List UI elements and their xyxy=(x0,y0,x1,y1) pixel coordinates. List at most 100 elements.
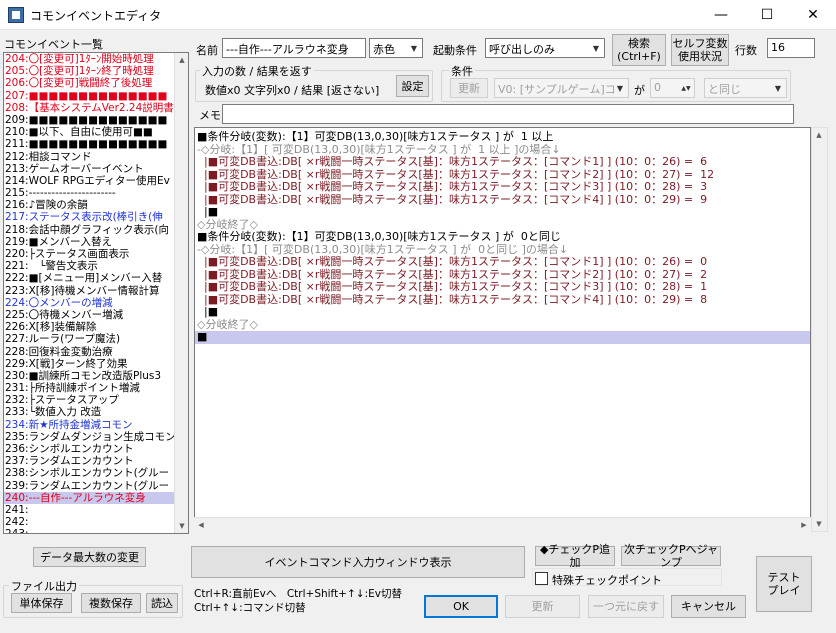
lines-label: 行数 xyxy=(735,44,757,57)
list-item[interactable]: 224:〇メンバーの増減 xyxy=(4,297,188,309)
script-line[interactable]: |■可変DB書込:DB[ ×r戦闘一時ステータス[基]：味方1ステータス：[コマ… xyxy=(195,180,810,194)
scroll-left-icon[interactable]: ◀ xyxy=(194,518,208,532)
event-list-scrollbar[interactable]: ▲ ▼ xyxy=(174,53,188,533)
script-vertical-scrollbar[interactable]: ▲ ▼ xyxy=(811,127,828,532)
event-script-editor[interactable]: ■条件分岐(変数):【1】可変DB(13,0,30)[味方1ステータス ] が … xyxy=(194,127,811,532)
list-item[interactable]: 229:X[戦]ターン終了効果 xyxy=(4,358,188,370)
list-item[interactable]: 208:【基本システムVer2.24説明書】 xyxy=(4,102,188,114)
script-line[interactable]: |■可変DB書込:DB[ ×r戦闘一時ステータス[基]：味方1ステータス：[コマ… xyxy=(195,255,810,269)
list-item[interactable]: 223:X[移]待機メンバー情報計算 xyxy=(4,285,188,297)
list-item[interactable]: 226:X[移]装備解除 xyxy=(4,321,188,333)
save-multiple-button[interactable]: 複数保存 xyxy=(81,593,141,613)
list-item[interactable]: 216:♪冒険の余韻 xyxy=(4,199,188,211)
memo-input[interactable] xyxy=(222,104,794,124)
scroll-up-icon[interactable]: ▲ xyxy=(812,128,826,142)
list-item[interactable]: 231:├所持訓練ポイント増減 xyxy=(4,382,188,394)
event-list[interactable]: 204:〇[変更可]1ﾀｰﾝ開始時処理 205:〇[変更可]1ﾀｰﾝ終了時処理 20… xyxy=(3,52,189,534)
list-item[interactable]: 220:├ステータス画面表示 xyxy=(4,248,188,260)
list-item[interactable]: 225:〇待機メンバー増減 xyxy=(4,309,188,321)
next-checkpoint-button[interactable]: 次チェックPへジャンプ xyxy=(621,543,721,569)
io-settings-button[interactable]: 設定 xyxy=(396,75,429,97)
list-item[interactable]: 228:回復料金変動治療 xyxy=(4,346,188,358)
script-line[interactable]: |■ xyxy=(195,305,810,319)
lines-input[interactable]: 16 xyxy=(767,38,815,58)
search-button[interactable]: 検索 (Ctrl+F) xyxy=(612,34,666,66)
list-item[interactable]: 236:シンボルエンカウント xyxy=(4,443,188,455)
close-button[interactable]: ✕ xyxy=(790,0,836,30)
list-item[interactable]: 210:■以下、自由に使用可■■ xyxy=(4,126,188,138)
save-single-button[interactable]: 単体保存 xyxy=(11,593,72,613)
event-command-input-window-button[interactable]: イベントコマンド入力ウィンドウ表示 xyxy=(191,546,525,578)
data-max-change-button[interactable]: データ最大数の変更 xyxy=(33,547,146,567)
scroll-down-icon[interactable]: ▼ xyxy=(812,517,826,531)
list-item[interactable]: 209:■■■■■■■■■■■■■■ xyxy=(4,114,188,126)
minimize-button[interactable]: — xyxy=(698,0,744,30)
list-item[interactable]: 218:会話中顔グラフィック表示(向 xyxy=(4,224,188,236)
trigger-select[interactable]: 呼び出しのみ ▼ xyxy=(485,38,605,58)
list-item[interactable]: 207:■■■■■■■■■■■■■■ xyxy=(4,90,188,102)
list-item[interactable]: 237:ランダムエンカウント xyxy=(4,455,188,467)
ok-button[interactable]: OK xyxy=(424,595,498,618)
scroll-right-icon[interactable]: ▶ xyxy=(797,518,811,532)
list-item[interactable]: 240:---自作---アルラウネ変身 xyxy=(4,491,188,504)
test-play-button[interactable]: テスト プレイ xyxy=(756,556,812,612)
list-item[interactable]: 235:ランダムダンジョン生成コモン xyxy=(4,431,188,443)
list-item[interactable]: 233:└数値入力 改造 xyxy=(4,406,188,418)
list-item[interactable]: 219:■メンバー入替え xyxy=(4,236,188,248)
list-item[interactable]: 215:----------------------- xyxy=(4,187,188,199)
list-item[interactable]: 243: xyxy=(4,528,188,533)
list-item[interactable]: 212:相談コマンド xyxy=(4,151,188,163)
list-item[interactable]: 238:シンボルエンカウント(グルー xyxy=(4,467,188,479)
list-item[interactable]: 227:ルーラ(ワープ魔法) xyxy=(4,333,188,345)
color-select-value: 赤色 xyxy=(373,43,395,56)
list-item[interactable]: 204:〇[変更可]1ﾀｰﾝ開始時処理 xyxy=(4,53,188,65)
script-line[interactable]: ■ xyxy=(195,330,810,344)
condition-operator-select[interactable]: と同じ ▼ xyxy=(704,78,787,98)
list-item[interactable]: 213:ゲームオーバーイベント xyxy=(4,163,188,175)
scroll-up-icon[interactable]: ▲ xyxy=(175,53,188,67)
list-item[interactable]: 214:WOLF RPGエディター使用Ev xyxy=(4,175,188,187)
maximize-button[interactable]: ☐ xyxy=(744,0,790,30)
trigger-select-value: 呼び出しのみ xyxy=(489,43,555,56)
script-line[interactable]: |■可変DB書込:DB[ ×r戦闘一時ステータス[基]：味方1ステータス：[コマ… xyxy=(195,155,810,169)
list-item[interactable]: 234:新★所持金増減コモン xyxy=(4,419,188,431)
scroll-down-icon[interactable]: ▼ xyxy=(175,519,188,533)
list-item[interactable]: 211:■■■■■■■■■■■■■■ xyxy=(4,138,188,150)
script-line[interactable]: ■条件分岐(変数):【1】可変DB(13,0,30)[味方1ステータス ] が … xyxy=(195,130,810,144)
script-line[interactable]: |■ xyxy=(195,205,810,219)
condition-update-button[interactable]: 更新 xyxy=(450,78,488,98)
condition-number-input[interactable]: 0 ▲▼ xyxy=(650,78,695,98)
script-line[interactable]: ◇分岐終了◇ xyxy=(195,318,810,332)
list-item[interactable]: 241: xyxy=(4,504,188,516)
spinner-icon[interactable]: ▲▼ xyxy=(678,79,694,97)
color-select[interactable]: 赤色 ▼ xyxy=(369,38,423,58)
script-line[interactable]: |■可変DB書込:DB[ ×r戦闘一時ステータス[基]：味方1ステータス：[コマ… xyxy=(195,193,810,207)
list-item[interactable]: 217:ステータス表示改(棒引き(伸 xyxy=(4,211,188,223)
self-variable-usage-button[interactable]: セルフ変数 使用状況 xyxy=(671,34,729,66)
condition-group-title: 条件 xyxy=(449,63,475,79)
load-button[interactable]: 読込 xyxy=(146,593,178,613)
add-checkpoint-button[interactable]: ◆チェックP追加 xyxy=(535,543,615,569)
list-item[interactable]: 206:〇[変更可]戦闘終了後処理 xyxy=(4,77,188,89)
update-button[interactable]: 更新 xyxy=(505,595,580,618)
cancel-button[interactable]: キャンセル xyxy=(671,595,746,618)
list-item[interactable]: 221: └警告文表示 xyxy=(4,260,188,272)
io-group-title: 入力の数 / 結果を返す xyxy=(200,63,314,79)
special-checkpoint-frame xyxy=(532,568,722,586)
list-item[interactable]: 239:ランダムエンカウント(グルー xyxy=(4,480,188,492)
script-line[interactable]: ■条件分岐(変数):【1】可変DB(13,0,30)[味方1ステータス ] が … xyxy=(195,230,810,244)
undo-button[interactable]: 一つ元に戻す xyxy=(588,595,664,618)
script-horizontal-scrollbar[interactable]: ◀ ▶ xyxy=(194,517,811,532)
list-item[interactable]: 232:├ステータスアップ xyxy=(4,394,188,406)
list-item[interactable]: 205:〇[変更可]1ﾀｰﾝ終了時処理 xyxy=(4,65,188,77)
script-line[interactable]: |■可変DB書込:DB[ ×r戦闘一時ステータス[基]：味方1ステータス：[コマ… xyxy=(195,280,810,294)
list-item[interactable]: 222:■[メニュー用]メンバー入替 xyxy=(4,272,188,284)
name-input[interactable]: ---自作---アルラウネ変身 xyxy=(222,38,366,58)
list-item[interactable]: 230:■訓練所コモン改造版Plus3 xyxy=(4,370,188,382)
io-summary: 数値x0 文字列x0 / 結果 [返さない] xyxy=(205,84,380,97)
list-item[interactable]: 242: xyxy=(4,516,188,528)
window-title: コモンイベントエディタ xyxy=(30,9,162,23)
script-line[interactable]: |■可変DB書込:DB[ ×r戦闘一時ステータス[基]：味方1ステータス：[コマ… xyxy=(195,293,810,307)
condition-variable-select[interactable]: V0: [サンプルゲーム]コ ▼ xyxy=(494,78,629,98)
memo-label: メモ xyxy=(199,109,221,122)
